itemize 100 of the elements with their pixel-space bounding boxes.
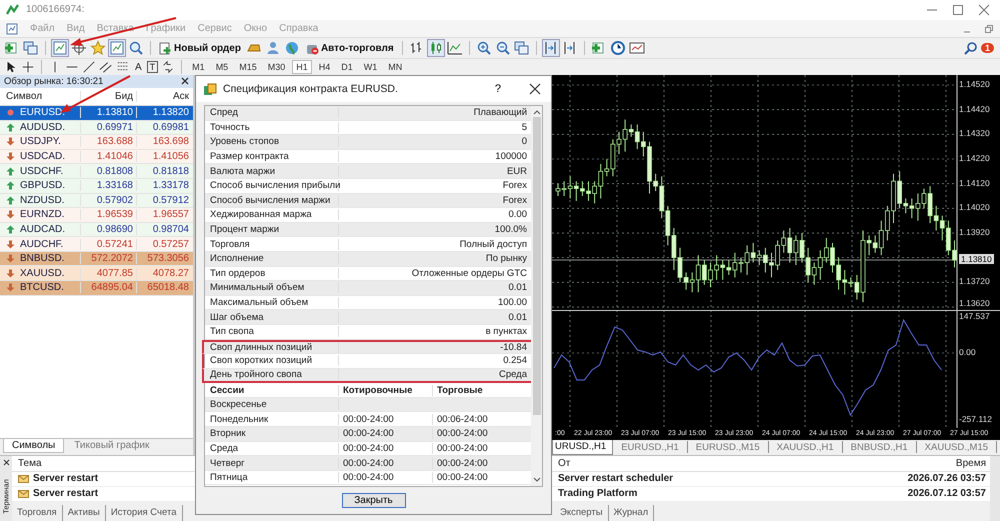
close-icon[interactable]	[2, 458, 10, 466]
globe-icon[interactable]	[284, 40, 300, 56]
auto-trading-button[interactable]: Авто-торговля	[302, 42, 396, 55]
property-name: Торговля	[205, 238, 339, 250]
symbol-row[interactable]: USDCAD. 1.41046 1.41056	[0, 150, 193, 164]
bid-price: 4077.85	[80, 268, 136, 279]
quote-hours: 00:00-24:00	[343, 414, 394, 425]
line-chart-icon[interactable]	[446, 40, 463, 56]
timeframe-button[interactable]: H1	[292, 60, 312, 74]
timeframe-button[interactable]: D1	[337, 60, 357, 74]
message-subject[interactable]: Server restart	[33, 473, 98, 484]
timeframe-button[interactable]: W1	[360, 60, 382, 74]
bid-price: 0.98690	[80, 224, 136, 235]
window-title: 1006166974:	[26, 4, 84, 16]
terminal-tab[interactable]: Эксперты	[555, 505, 609, 521]
timeframe-button[interactable]: M30	[264, 60, 290, 74]
terminal-tab[interactable]: Торговля	[12, 505, 63, 521]
panel-tab[interactable]: Символы	[3, 438, 64, 453]
help-button[interactable]: ?	[488, 82, 507, 96]
ask-price: 163.698	[136, 136, 192, 148]
symbol-row[interactable]: BTCUSD. 64895.04 65018.48	[0, 281, 193, 296]
symbol-row[interactable]: AUDCHF. 0.57241 0.57257	[0, 237, 193, 252]
star-icon[interactable]	[90, 40, 106, 56]
restore-icon[interactable]	[984, 24, 994, 34]
symbol-row[interactable]: AUDUSD. 0.69971 0.69981	[0, 120, 193, 136]
symbol-row[interactable]: AUDCAD. 0.98690 0.98704	[0, 222, 193, 238]
zoom-out-icon[interactable]	[494, 40, 511, 56]
clock-icon[interactable]	[610, 40, 626, 56]
timeframe-button[interactable]: H4	[314, 60, 334, 74]
scroll-down-icon[interactable]	[532, 477, 540, 483]
symbol-row[interactable]: EURUSD. 1.13810 1.13820	[0, 106, 193, 121]
chart-window-icon[interactable]	[6, 22, 18, 35]
symbol-row[interactable]: EURNZD. 1.96539 1.96557	[0, 208, 193, 223]
ask-price: 0.57912	[136, 194, 192, 206]
symbol-row[interactable]: NZDUSD. 0.57902 0.57912	[0, 194, 193, 208]
chart-tab[interactable]: EURUSD.,H1	[613, 441, 688, 454]
ask-price: 65018.48	[136, 282, 192, 294]
column-header[interactable]: Аск	[136, 90, 192, 102]
column-header[interactable]: От	[558, 458, 866, 469]
timeframe-button[interactable]: M15	[235, 60, 261, 74]
chart-tab[interactable]: URUSD.,H1	[552, 440, 614, 455]
magnifier-icon[interactable]	[128, 40, 144, 56]
symbol-row[interactable]: XAUUSD. 4077.85 4078.27	[0, 266, 193, 282]
crosshair-icon[interactable]	[21, 60, 35, 74]
price-label: 1.14120	[959, 178, 990, 188]
column-header[interactable]: Тема	[12, 458, 188, 469]
candlestick-icon[interactable]	[428, 40, 444, 56]
channel-icon[interactable]	[99, 60, 113, 74]
symbol-row[interactable]: GBPUSD. 1.33168 1.33178	[0, 178, 193, 194]
timeframe-button[interactable]: MN	[384, 60, 406, 74]
text-tool[interactable]: A	[133, 62, 144, 73]
close-button[interactable]: Закрыть	[342, 493, 406, 508]
scroll-up-icon[interactable]	[532, 109, 540, 115]
search-icon[interactable]	[964, 41, 978, 56]
chart-tab[interactable]: BNBUSD.,H1	[842, 441, 917, 454]
timeframe-button[interactable]: M1	[188, 60, 209, 74]
autoscroll-icon[interactable]	[542, 40, 559, 56]
price-label: 1.14520	[959, 78, 990, 89]
chart-tab[interactable]: XAUUSD.,M15	[916, 441, 998, 454]
text-label-tool[interactable]: T	[146, 61, 158, 74]
scrollbar[interactable]	[990, 456, 1000, 521]
terminal-tab[interactable]: Активы	[62, 505, 106, 521]
property-value: Плавающий	[472, 107, 528, 118]
new-order-button[interactable]: Новый ордер	[157, 42, 243, 55]
message-subject[interactable]: Server restart	[33, 488, 98, 500]
symbol-name: USDCAD.	[20, 151, 66, 162]
bid-price: 1.41046	[80, 151, 136, 162]
maximize-icon[interactable]	[952, 4, 964, 16]
trend-line-icon[interactable]	[82, 60, 96, 74]
template-icon[interactable]	[628, 40, 645, 56]
scrollbar[interactable]	[531, 106, 542, 486]
indicator-label: -257.112	[959, 414, 992, 424]
windows-icon[interactable]	[23, 40, 39, 56]
chart-tab[interactable]: XAUUSD.,H1	[768, 441, 843, 454]
price-label: 1.13620	[959, 298, 990, 308]
property-value: 0.01	[508, 312, 528, 323]
terminal-tab[interactable]: Журнал	[608, 505, 654, 521]
notification-badge[interactable]: 1	[980, 43, 994, 54]
column-header[interactable]: Время	[866, 458, 990, 469]
chart-tab[interactable]: EURUSD.,M15	[688, 441, 769, 454]
symbol-row[interactable]: USDCHF. 0.81808 0.81818	[0, 164, 193, 179]
column-header[interactable]: Бид	[80, 90, 136, 102]
chart-window-icon[interactable]	[52, 40, 68, 56]
close-icon[interactable]	[181, 77, 189, 86]
property-value: 0	[520, 136, 528, 148]
trade-hours: 00:00-24:00	[437, 458, 488, 469]
column-header[interactable]: Символ	[0, 90, 80, 102]
timeframe-button[interactable]: M5	[212, 60, 232, 74]
property-value: 100000	[494, 151, 528, 162]
tile-windows-icon[interactable]	[514, 40, 530, 56]
close-icon[interactable]	[529, 83, 541, 95]
terminal-tab[interactable]: История Счета	[106, 505, 183, 521]
panel-tab[interactable]: Тиковый график	[66, 438, 158, 452]
arrows-icon[interactable]	[161, 60, 176, 74]
zoom-in-icon[interactable]	[476, 40, 492, 56]
person-icon[interactable]	[264, 40, 281, 56]
property-value: 0.00	[508, 209, 528, 220]
symbol-row[interactable]: USDJPY. 163.688 163.698	[0, 135, 193, 150]
session-day: Пятница	[205, 472, 339, 484]
symbol-row[interactable]: BNBUSD. 572.2072 573.3056	[0, 252, 193, 266]
